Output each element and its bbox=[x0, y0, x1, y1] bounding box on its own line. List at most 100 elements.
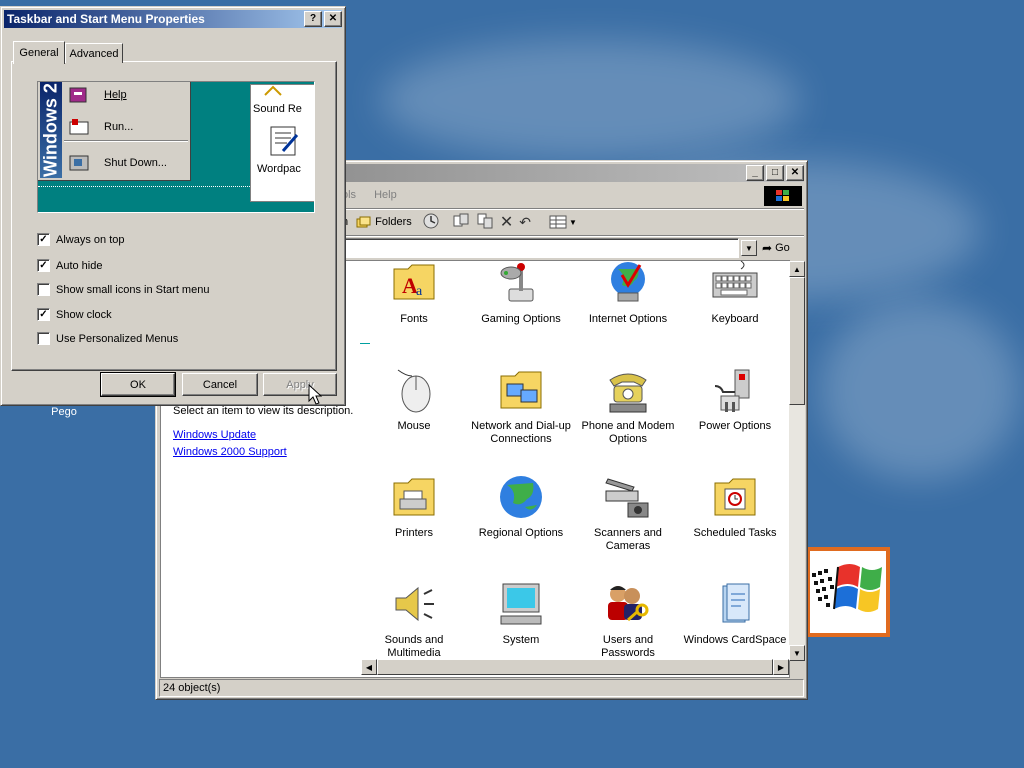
svg-text:a: a bbox=[416, 284, 423, 299]
go-button[interactable]: ➦ Go bbox=[762, 238, 790, 258]
address-dropdown-button[interactable]: ▼ bbox=[741, 240, 757, 256]
copy-to-icon[interactable] bbox=[476, 212, 494, 233]
preview-menu-divider bbox=[64, 140, 188, 142]
vertical-scrollbar[interactable]: ▲ ▼ bbox=[789, 261, 805, 661]
phone-icon bbox=[604, 366, 652, 414]
cancel-button[interactable]: Cancel bbox=[182, 373, 258, 396]
ok-button[interactable]: OK bbox=[100, 372, 176, 397]
option-small-icons[interactable]: Show small icons in Start menu bbox=[37, 283, 209, 296]
power-icon bbox=[711, 366, 759, 414]
close-button[interactable]: ✕ bbox=[786, 165, 804, 181]
scanner-icon bbox=[604, 473, 652, 521]
cp-item-network[interactable]: Network and Dial-up Connections bbox=[468, 366, 574, 446]
apply-button[interactable]: Apply bbox=[263, 373, 337, 396]
cp-item-fonts[interactable]: Aa Fonts bbox=[361, 259, 467, 326]
network-icon bbox=[497, 366, 545, 414]
keyboard-icon bbox=[711, 259, 759, 307]
cp-item-internet-options[interactable]: Internet Options bbox=[575, 259, 681, 326]
scroll-down-button[interactable]: ▼ bbox=[789, 645, 805, 661]
help-book-icon bbox=[69, 87, 87, 103]
move-to-icon[interactable] bbox=[452, 212, 470, 233]
history-icon[interactable] bbox=[422, 212, 440, 233]
computer-icon bbox=[497, 580, 545, 628]
preview-menu-shutdown: Shut Down... bbox=[68, 154, 167, 172]
desktop-icon-label[interactable]: Pego bbox=[40, 406, 88, 418]
checkbox-always-on-top[interactable]: ✓ bbox=[37, 233, 50, 246]
globe-icon bbox=[604, 259, 652, 307]
menu-help[interactable]: Help bbox=[374, 189, 397, 201]
option-always-on-top[interactable]: ✓ Always on top bbox=[37, 233, 124, 246]
cp-item-sounds-multimedia[interactable]: Sounds and Multimedia bbox=[361, 580, 467, 660]
mouse-cursor-icon bbox=[308, 383, 323, 409]
wordpad-icon bbox=[269, 125, 299, 160]
preview-side-item-sound: Sound Re bbox=[253, 103, 302, 115]
folders-button[interactable]: Folders bbox=[356, 215, 412, 229]
horizontal-scrollbar[interactable]: ◀ ▶ bbox=[361, 659, 789, 675]
preview-desktop: Sound Re Wordpac bbox=[250, 84, 314, 202]
windows-2000-support-link[interactable]: Windows 2000 Support bbox=[173, 446, 287, 458]
preview-menu-help: Help bbox=[68, 86, 127, 104]
cp-item-regional-options[interactable]: Regional Options bbox=[468, 473, 574, 540]
globe-icon bbox=[497, 473, 545, 521]
cp-item-users-passwords[interactable]: Users and Passwords bbox=[575, 580, 681, 660]
go-arrow-icon: ➦ bbox=[762, 241, 773, 255]
tab-advanced[interactable]: Advanced bbox=[65, 43, 123, 63]
taskbar-properties-dialog: Taskbar and Start Menu Properties ? ✕ Ge… bbox=[0, 6, 346, 406]
speaker-icon bbox=[390, 580, 438, 628]
cp-item-mouse[interactable]: Mouse bbox=[361, 366, 467, 433]
undo-icon[interactable]: ↶ bbox=[519, 214, 531, 231]
dialog-close-button[interactable]: ✕ bbox=[324, 11, 342, 27]
folders-icon bbox=[356, 216, 371, 228]
preview-brand: Windows 2 bbox=[40, 82, 62, 178]
desktop-cloud bbox=[380, 40, 800, 160]
checkbox-auto-hide[interactable]: ✓ bbox=[37, 259, 50, 272]
h-scroll-thumb[interactable] bbox=[377, 659, 773, 675]
cp-item-power-options[interactable]: Power Options bbox=[682, 366, 788, 433]
scroll-right-button[interactable]: ▶ bbox=[773, 659, 789, 675]
dialog-title: Taskbar and Start Menu Properties bbox=[7, 12, 205, 26]
printer-icon bbox=[390, 473, 438, 521]
gamepad-icon bbox=[497, 259, 545, 307]
divider bbox=[360, 343, 370, 344]
throbber-windows-icon bbox=[764, 186, 802, 206]
scroll-up-button[interactable]: ▲ bbox=[789, 261, 805, 277]
cp-item-printers[interactable]: Printers bbox=[361, 473, 467, 540]
desktop-cloud bbox=[820, 300, 1020, 480]
scroll-thumb[interactable] bbox=[789, 277, 805, 405]
shutdown-icon bbox=[69, 155, 89, 171]
views-button[interactable]: ▼ bbox=[549, 215, 577, 229]
cp-item-system[interactable]: System bbox=[468, 580, 574, 647]
minimize-button[interactable]: _ bbox=[746, 165, 764, 181]
maximize-button[interactable]: □ bbox=[766, 165, 784, 181]
address-input[interactable] bbox=[342, 238, 739, 258]
option-personalized-menus[interactable]: Use Personalized Menus bbox=[37, 332, 178, 345]
run-icon bbox=[69, 119, 89, 135]
windows-update-link[interactable]: Windows Update bbox=[173, 429, 256, 441]
checkbox-small-icons[interactable] bbox=[37, 283, 50, 296]
cp-item-phone-modem[interactable]: Phone and Modem Options bbox=[575, 366, 681, 446]
mouse-icon bbox=[390, 366, 438, 414]
sound-recorder-icon bbox=[263, 85, 283, 97]
tab-general[interactable]: General bbox=[13, 41, 65, 64]
option-auto-hide[interactable]: ✓ Auto hide bbox=[37, 259, 102, 272]
dialog-titlebar[interactable]: Taskbar and Start Menu Properties ? ✕ bbox=[4, 10, 342, 28]
cp-item-gaming-options[interactable]: Gaming Options bbox=[468, 259, 574, 326]
cp-item-keyboard[interactable]: Keyboard bbox=[682, 259, 788, 326]
option-show-clock[interactable]: ✓ Show clock bbox=[37, 308, 112, 321]
users-icon bbox=[604, 580, 652, 628]
status-bar: 24 object(s) bbox=[159, 679, 804, 697]
cp-item-scheduled-tasks[interactable]: Scheduled Tasks bbox=[682, 473, 788, 540]
checkbox-show-clock[interactable]: ✓ bbox=[37, 308, 50, 321]
help-button[interactable]: ? bbox=[304, 11, 322, 27]
fonts-icon: Aa bbox=[390, 259, 438, 307]
windows-logo-icon bbox=[806, 547, 890, 637]
cp-item-windows-cardspace[interactable]: Windows CardSpace bbox=[682, 580, 788, 647]
scroll-left-button[interactable]: ◀ bbox=[361, 659, 377, 675]
cp-item-scanners-cameras[interactable]: Scanners and Cameras bbox=[575, 473, 681, 553]
delete-icon[interactable]: ✕ bbox=[500, 212, 513, 232]
views-icon bbox=[549, 215, 567, 229]
checkbox-personalized-menus[interactable] bbox=[37, 332, 50, 345]
preview-side-item-wordpad: Wordpac bbox=[257, 163, 301, 175]
clock-folder-icon bbox=[711, 473, 759, 521]
cardspace-icon bbox=[711, 580, 759, 628]
